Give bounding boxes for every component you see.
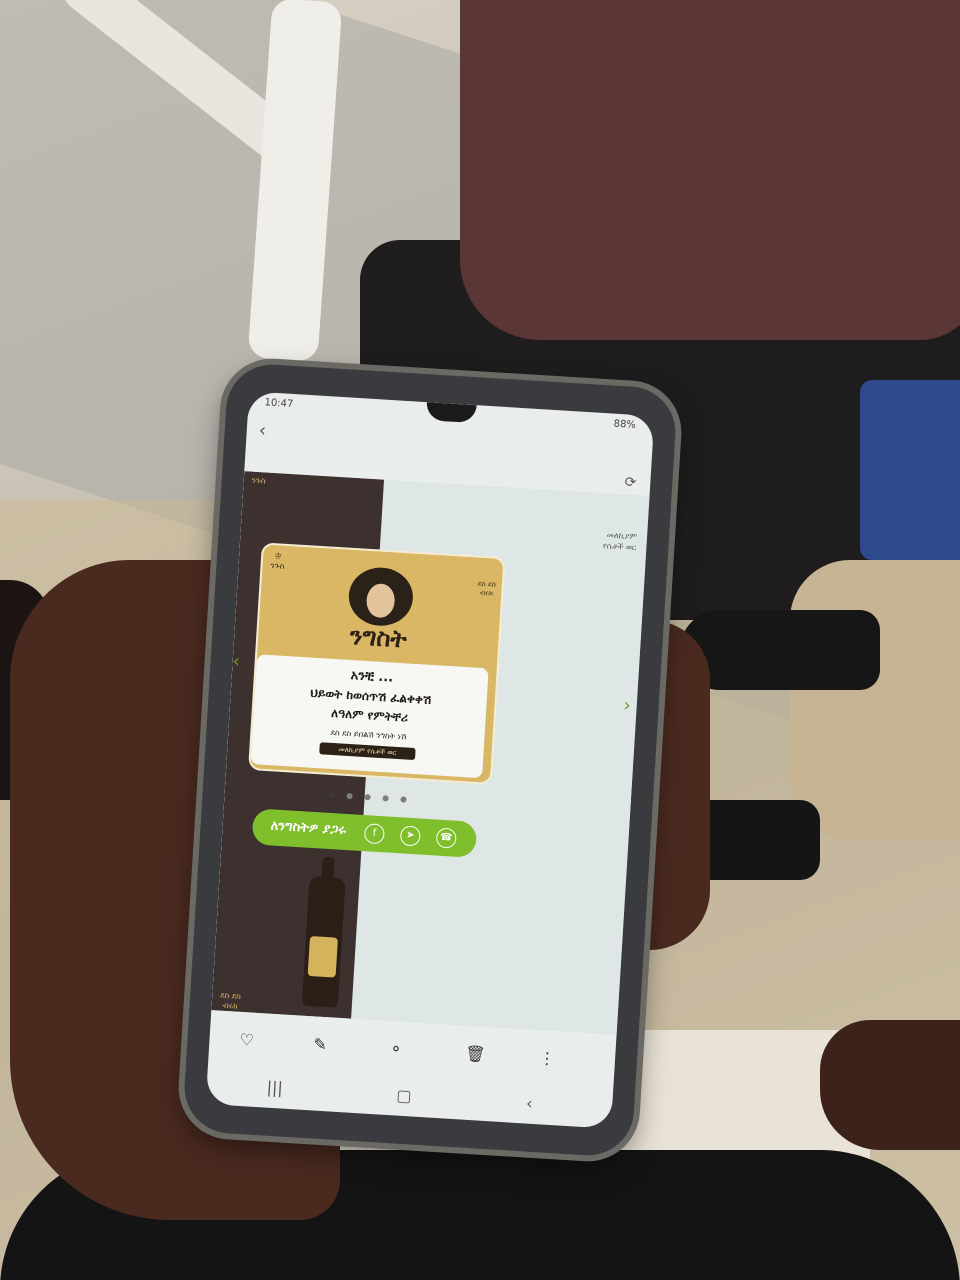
arrow-left-icon[interactable]: ‹	[258, 420, 266, 441]
trash-icon[interactable]: 🗑	[465, 1044, 486, 1064]
image-viewer: ንጉስ መለኪያም የሴቶች ወር ‹ › ♔ ንጉስ ደስ ደስ ብሩክ ንግ…	[211, 471, 650, 1035]
home-icon[interactable]: ▢	[396, 1086, 412, 1106]
brand-logo-text: ብሩክ	[479, 588, 494, 598]
campaign-line: የሴቶች ወር	[602, 541, 637, 553]
share-label: ለንግስትዎ ያጋሩ	[270, 818, 347, 838]
photo-scene: 10:47 88% ‹ ⟳ ንጉስ መለኪያም የሴቶች ወር ‹ › ♔ ንጉ…	[0, 0, 960, 1280]
carousel-dot[interactable]	[328, 791, 335, 799]
facebook-icon[interactable]: f	[363, 823, 385, 845]
brand-logo-text: ብሩክ	[222, 1000, 238, 1011]
campaign-pill: መለኪያም የሴቶች ወር	[319, 742, 416, 761]
brand-logo-right: ደስ ደስ ብሩክ	[477, 580, 497, 599]
status-battery: 88%	[613, 418, 637, 431]
carousel-dot[interactable]	[346, 792, 353, 800]
brand-name: ንግስት	[349, 621, 408, 654]
carousel-dot[interactable]	[382, 795, 389, 802]
chevron-left-icon[interactable]: ‹	[232, 651, 240, 672]
carousel-dot[interactable]	[400, 796, 407, 803]
camera-notch	[425, 402, 477, 424]
brand-logo-small: ንጉስ	[251, 475, 266, 486]
status-time: 10:47	[264, 397, 294, 410]
campaign-text: መለኪያም የሴቶች ወር	[603, 529, 638, 553]
phone-screen: 10:47 88% ‹ ⟳ ንጉስ መለኪያም የሴቶች ወር ‹ › ♔ ንጉ…	[205, 391, 655, 1129]
telegram-icon[interactable]: ➤	[399, 825, 421, 847]
smartphone: 10:47 88% ‹ ⟳ ንጉስ መለኪያም የሴቶች ወር ‹ › ♔ ንጉ…	[181, 361, 679, 1159]
brand-logo-text: ንጉስ	[270, 560, 285, 571]
share-icon[interactable]: ⚬	[389, 1039, 404, 1059]
whatsapp-icon[interactable]: ☎	[435, 827, 457, 849]
promo-card: ♔ ንጉስ ደስ ደስ ብሩክ ንግስት አንቺ ... ህይወት ከወሰጥሽ …	[248, 542, 506, 785]
chevron-right-icon[interactable]: ›	[623, 695, 631, 716]
back-icon[interactable]: ‹	[526, 1094, 534, 1113]
recent-apps-icon[interactable]: |||	[266, 1078, 283, 1098]
beer-bottle-label	[307, 936, 338, 978]
rotate-icon[interactable]: ⟳	[624, 474, 637, 491]
other-hand	[820, 1020, 960, 1150]
carousel-dot[interactable]	[364, 794, 371, 801]
black-boot	[680, 610, 880, 690]
pencil-icon[interactable]: ✎	[313, 1034, 328, 1054]
khaki-trousers	[790, 560, 960, 840]
brand-logo-bottom: ደስ ደስ ብሩክ	[219, 991, 241, 1012]
more-icon[interactable]: ⋮	[538, 1048, 555, 1068]
message-box: አንቺ ... ህይወት ከወሰጥሽ ፈልቀቀሽ ለዓለም የምትቸሪ ደስ ደ…	[250, 654, 489, 779]
brand-logo-left: ♔ ንጉስ	[270, 551, 285, 572]
person-shirt	[460, 0, 960, 340]
heart-icon[interactable]: ♡	[239, 1030, 254, 1050]
blue-bag	[860, 380, 960, 560]
